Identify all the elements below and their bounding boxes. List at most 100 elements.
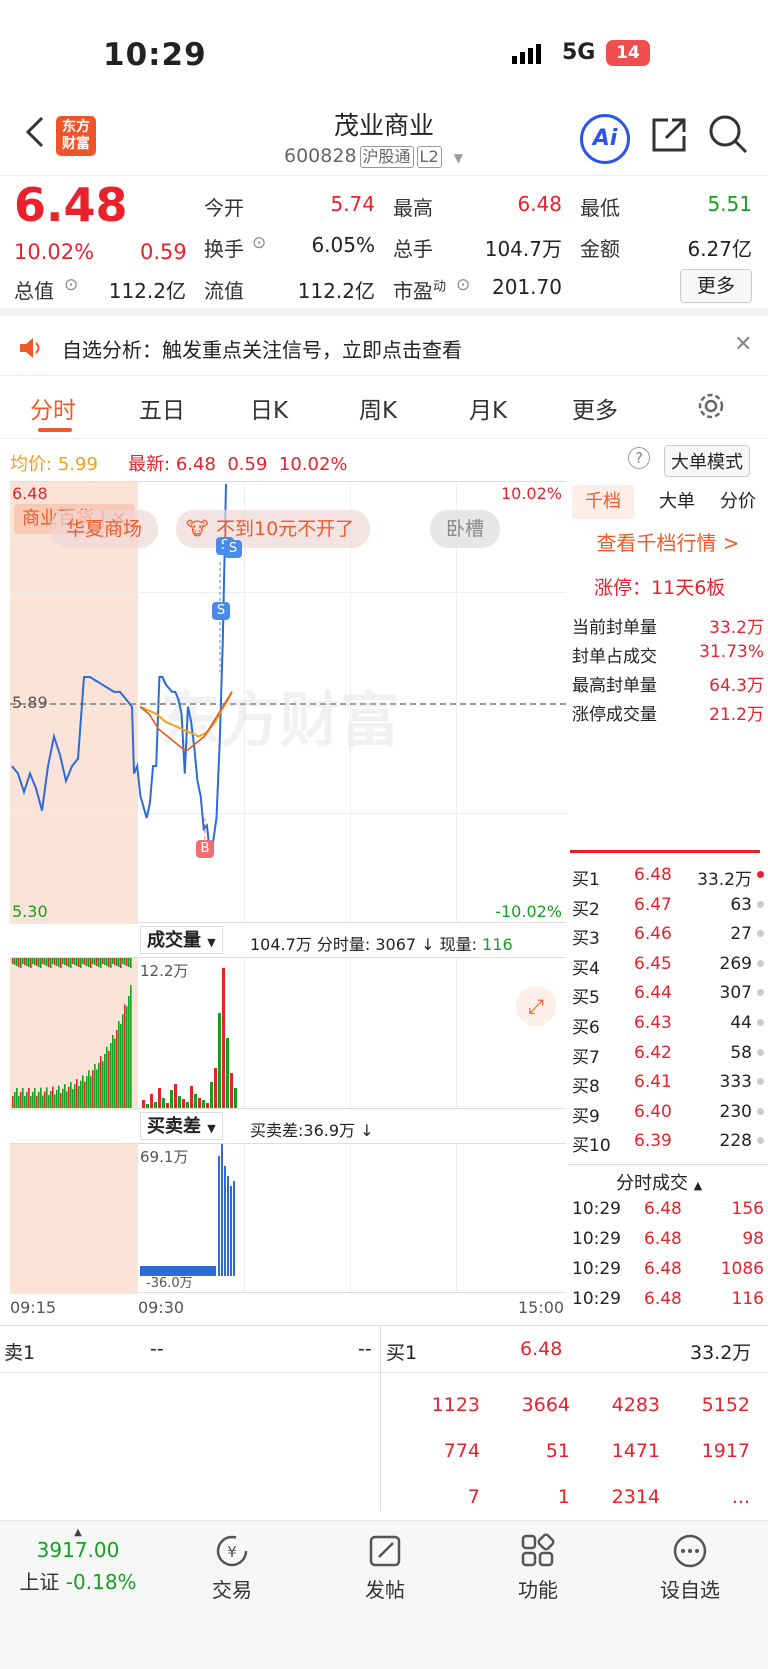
volume-bar-top <box>114 958 116 965</box>
stock-code-row[interactable]: 600828 沪股通 L2 ▼ <box>284 145 463 168</box>
tab-daily-k[interactable]: 日K <box>250 391 288 425</box>
open-label: 今开 <box>204 196 244 220</box>
info-icon[interactable]: ⊙ <box>252 233 266 253</box>
bid-price: 6.45 <box>634 953 672 974</box>
volume-chart[interactable]: 12.2万 ⤢ <box>10 957 566 1110</box>
help-icon[interactable]: ? <box>628 447 650 469</box>
big-order-mode-button[interactable]: 大单模式 <box>664 445 750 477</box>
diff-bar <box>227 1176 229 1276</box>
index-ticker[interactable]: ▲ 3917.00 上证 -0.18% <box>18 1527 138 1595</box>
book-cell: 1 <box>557 1486 570 1508</box>
active-tab-indicator <box>38 428 72 432</box>
bid-row[interactable]: 买6 6.43 44 <box>572 1009 764 1039</box>
expand-icon[interactable]: ⤢ <box>516 986 556 1026</box>
trade-row: 10:29 6.48 116 <box>572 1285 764 1315</box>
volume-selector[interactable]: 成交量 ▼ <box>140 926 223 954</box>
trades-header[interactable]: 分时成交 ▲ <box>616 1169 702 1195</box>
bid-label: 买4 <box>572 958 600 979</box>
volume-bar <box>210 1082 213 1108</box>
tab-add-watchlist[interactable]: 设自选 <box>630 1533 750 1603</box>
bid-row[interactable]: 买1 6.48 33.2万 <box>572 861 764 891</box>
info-icon[interactable]: ⊙ <box>64 275 78 295</box>
annotation-tag[interactable]: 华夏商场 <box>50 510 159 548</box>
diff-max-label: 69.1万 <box>140 1148 189 1166</box>
stat-value: 21.2万 <box>709 705 764 725</box>
more-icon <box>673 1534 707 1568</box>
tab-level-book[interactable]: 千档 <box>572 485 634 519</box>
book-cell: 51 <box>545 1440 570 1462</box>
bid-row[interactable]: 买4 6.45 269 <box>572 950 764 980</box>
volume-bar <box>98 1062 100 1108</box>
open-value: 5.74 <box>330 192 375 216</box>
volume-bar <box>66 1091 68 1108</box>
volume-bar-top <box>106 958 108 966</box>
bid-row[interactable]: 买9 6.40 230 <box>572 1098 764 1128</box>
volume-bar <box>102 1061 104 1108</box>
sell-marker[interactable]: S <box>224 540 242 558</box>
diff-selector[interactable]: 买卖差 ▼ <box>140 1112 223 1140</box>
annotation-tag[interactable]: 🐮 不到10元不开了 <box>176 510 371 548</box>
level-book-link[interactable]: 查看千档行情 > <box>568 527 768 556</box>
bid-dot <box>757 1078 764 1086</box>
share-icon[interactable] <box>648 112 692 156</box>
gear-icon[interactable] <box>696 391 726 421</box>
trade-volume: 116 <box>731 1289 764 1309</box>
bid-row[interactable]: 买2 6.47 63 <box>572 891 764 921</box>
bid1-price: 6.48 <box>520 1338 563 1360</box>
tab-five-day[interactable]: 五日 <box>139 391 185 425</box>
tab-monthly-k[interactable]: 月K <box>469 391 507 425</box>
volume-bar-top <box>116 958 118 966</box>
volume-bar-top <box>32 958 34 964</box>
info-icon[interactable]: ⊙ <box>456 275 470 295</box>
float-value: 112.2亿 <box>297 279 375 303</box>
sell-marker[interactable]: S <box>212 602 230 620</box>
buy-marker[interactable]: B <box>196 840 214 858</box>
axis-bottom-pct: -10.02% <box>495 902 562 921</box>
search-icon[interactable] <box>706 112 750 156</box>
volume-bar <box>18 1095 20 1108</box>
diff-bar <box>233 1181 235 1276</box>
tab-weekly-k[interactable]: 周K <box>359 391 397 425</box>
volume-bar <box>90 1076 92 1108</box>
more-button[interactable]: 更多 <box>680 269 752 303</box>
volume-bar-top <box>50 958 52 968</box>
volume-bar <box>68 1086 70 1108</box>
ai-button[interactable]: Ai <box>580 114 630 164</box>
volume-bar <box>100 1056 102 1108</box>
bid-row[interactable]: 买8 6.41 333 <box>572 1068 764 1098</box>
alert-banner[interactable]: 自选分析：触发重点关注信号，立即点击查看 ✕ <box>0 318 768 376</box>
bid-row[interactable]: 买3 6.46 27 <box>572 920 764 950</box>
bid-price: 6.47 <box>634 894 672 915</box>
tab-intraday[interactable]: 分时 <box>30 391 76 425</box>
annotation-tag[interactable]: 卧槽 <box>430 510 501 548</box>
stat-value: 33.2万 <box>709 618 764 638</box>
bid-row[interactable]: 买7 6.42 58 <box>572 1039 764 1069</box>
tab-post[interactable]: 发帖 <box>325 1533 445 1603</box>
volume-bar <box>124 1004 126 1108</box>
post-icon <box>369 1535 401 1567</box>
price-chart[interactable]: 东方财富 6.48 5.89 5.30 10.02% -10.02% 商业百货 … <box>10 481 566 924</box>
volume-bar-top <box>40 958 42 968</box>
volume-bar-top <box>126 958 128 966</box>
diff-chart[interactable]: 69.1万 -36.0万 <box>10 1143 566 1294</box>
volume-bar-top <box>56 958 58 966</box>
close-icon[interactable]: ✕ <box>734 332 752 357</box>
bid-volume: 230 <box>719 1101 752 1122</box>
volume-bar-top <box>88 958 90 967</box>
tab-trade[interactable]: ¥ 交易 <box>172 1533 292 1603</box>
bid-row[interactable]: 买5 6.44 307 <box>572 979 764 1009</box>
diff-bar <box>230 1186 232 1276</box>
tab-functions[interactable]: 功能 <box>478 1533 598 1603</box>
svg-text:¥: ¥ <box>227 1543 237 1561</box>
volume-bar <box>70 1081 72 1108</box>
volume-bar <box>128 995 130 1108</box>
tab-big-order[interactable]: 大单 <box>646 485 708 519</box>
volume-bar-top <box>16 958 18 966</box>
bid-label: 买10 <box>572 1136 611 1157</box>
ask1-label: 卖1 <box>4 1342 36 1364</box>
tab-price-dist[interactable]: 分价 <box>708 485 768 519</box>
tab-more[interactable]: 更多 <box>572 391 618 425</box>
volume-bar <box>60 1093 62 1108</box>
bid-row[interactable]: 买10 6.39 228 <box>572 1127 764 1157</box>
bid-price: 6.42 <box>634 1042 672 1063</box>
